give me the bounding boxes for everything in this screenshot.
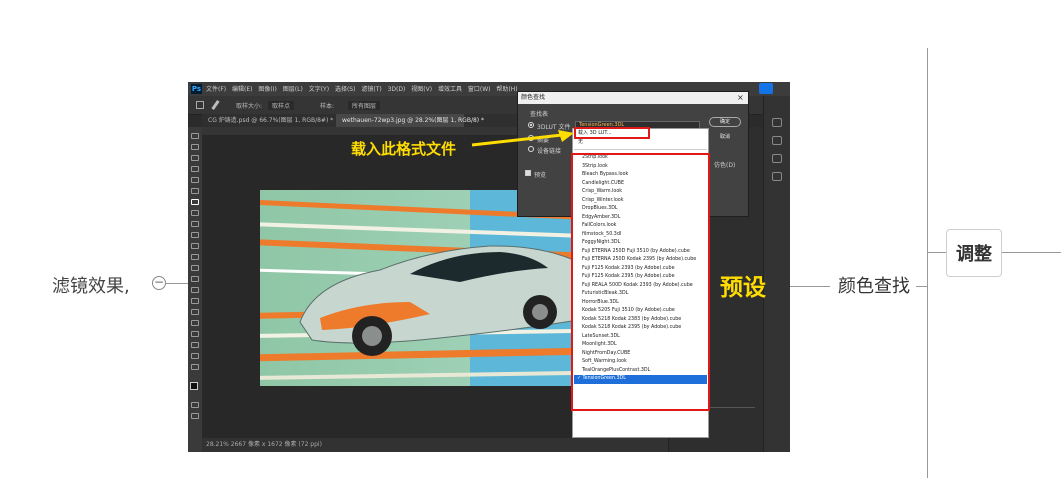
menu-items[interactable]: 文件(F) 编辑(E) 图像(I) 图层(L) 文字(Y) 选择(S) 滤镜(T… — [206, 84, 518, 93]
frame-tool-icon[interactable] — [191, 188, 199, 194]
branch-vertical-line — [927, 48, 928, 478]
none-item[interactable]: 无 — [574, 138, 649, 146]
dropdown-separator — [574, 149, 707, 150]
ok-button[interactable]: 确定 — [709, 117, 741, 127]
eyedropper-tool-icon[interactable] — [191, 199, 199, 205]
foreground-color-icon[interactable] — [190, 382, 198, 390]
cloud-icon[interactable] — [759, 83, 773, 94]
hand-tool-icon[interactable] — [191, 342, 199, 348]
lasso-tool-icon[interactable] — [191, 155, 199, 161]
marquee-tool-icon[interactable] — [191, 144, 199, 150]
history-brush-tool-icon[interactable] — [191, 243, 199, 249]
pen-tool-icon[interactable] — [191, 298, 199, 304]
annotation-preset: 预设 — [720, 275, 766, 301]
more-tools-icon[interactable] — [191, 364, 199, 370]
close-icon[interactable]: × — [737, 92, 744, 104]
eyedropper-icon[interactable] — [211, 100, 220, 110]
stamp-tool-icon[interactable] — [191, 232, 199, 238]
annotation-arrow-icon — [471, 130, 574, 147]
sample-layers-select[interactable]: 所有图层 — [348, 101, 381, 110]
photoshop-logo-icon: Ps — [191, 84, 202, 94]
zoom-tool-icon[interactable] — [191, 353, 199, 359]
preview-checkbox[interactable] — [525, 170, 531, 176]
mindmap-left-label: 滤镜效果, — [52, 276, 130, 297]
tools-panel — [188, 127, 202, 452]
photoshop-screenshot: Ps 文件(F) 编辑(E) 图像(I) 图层(L) 文字(Y) 选择(S) 滤… — [188, 82, 790, 452]
tab-document-2[interactable]: wethauen-72wp3.jpg @ 28.2%(图层 1, RGB/8) … — [336, 114, 484, 127]
highlight-box-presets — [571, 153, 710, 411]
shape-tool-icon[interactable] — [191, 331, 199, 337]
gradient-tool-icon[interactable] — [191, 265, 199, 271]
screen-mode-icon[interactable] — [191, 413, 199, 419]
libraries-icon[interactable] — [772, 172, 782, 181]
share-icon[interactable] — [772, 118, 782, 127]
home-icon[interactable] — [196, 101, 204, 109]
connector-line — [927, 252, 946, 253]
tab-document-1[interactable]: CG 炉铸造.psd @ 66.7%(图层 1, RGB/8#) * — [202, 114, 334, 127]
move-tool-icon[interactable] — [191, 133, 199, 139]
sample-size-label: 取样大小: — [236, 103, 263, 110]
connector-line — [166, 283, 188, 284]
blur-tool-icon[interactable] — [191, 276, 199, 282]
connector-line — [790, 286, 830, 287]
highlight-box-load — [574, 127, 650, 139]
preview-label: 预览 — [534, 172, 547, 179]
radio-3dlut[interactable] — [528, 122, 534, 128]
lookup-group-label: 查找表 — [530, 111, 549, 118]
sample-label: 样本: — [320, 103, 335, 110]
panel-icon-strip — [763, 96, 790, 452]
cancel-button[interactable]: 取消 — [709, 132, 741, 142]
dodge-tool-icon[interactable] — [191, 287, 199, 293]
info-icon[interactable] — [772, 136, 782, 145]
dither-label: 仿色(D) — [714, 162, 736, 169]
adjustments-icon[interactable] — [772, 154, 782, 163]
crop-tool-icon[interactable] — [191, 177, 199, 183]
dialog-title: 颜色查找 — [518, 92, 748, 104]
mindmap-node-color-lookup[interactable]: 颜色查找 — [838, 272, 910, 298]
quick-mask-icon[interactable] — [191, 402, 199, 408]
healing-tool-icon[interactable] — [191, 210, 199, 216]
annotation-load-format: 载入此格式文件 — [351, 140, 457, 158]
mindmap-topic-adjust[interactable]: 调整 — [946, 229, 1002, 277]
status-bar: 28.21% 2667 像素 x 1672 像素 (72 ppi) — [202, 438, 668, 452]
collapse-toggle-icon[interactable]: − — [152, 276, 166, 290]
quick-select-tool-icon[interactable] — [191, 166, 199, 172]
connector-line — [1002, 252, 1061, 253]
path-select-tool-icon[interactable] — [191, 320, 199, 326]
eraser-tool-icon[interactable] — [191, 254, 199, 260]
brush-tool-icon[interactable] — [191, 221, 199, 227]
sample-size-select[interactable]: 取样点 — [268, 101, 295, 110]
type-tool-icon[interactable] — [191, 309, 199, 315]
